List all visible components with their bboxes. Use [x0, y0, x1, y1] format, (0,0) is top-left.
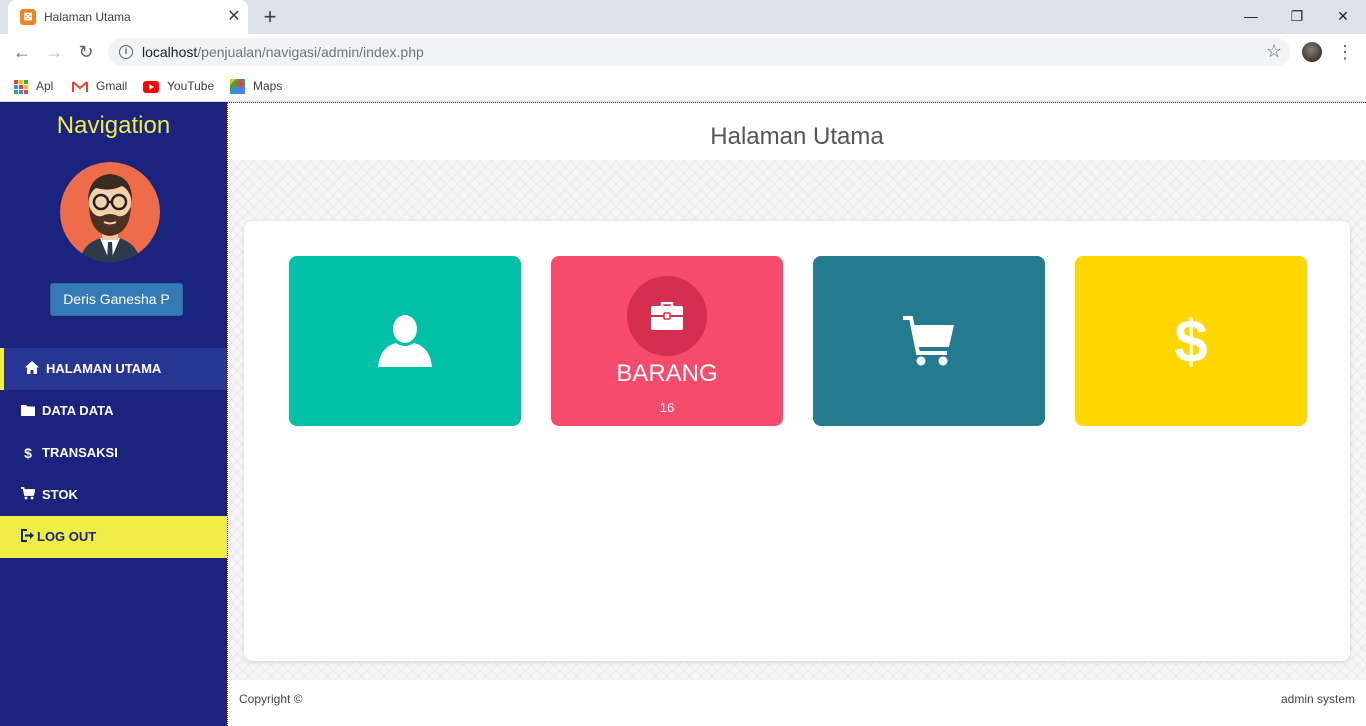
- restore-icon[interactable]: ❐: [1282, 4, 1312, 28]
- footer-admin: admin system: [1280, 692, 1355, 706]
- avatar: [60, 162, 160, 262]
- sidebar-item-halaman-utama[interactable]: HALAMAN UTAMA: [0, 348, 227, 390]
- sidebar-item-transaksi[interactable]: $ TRANSAKSI: [0, 432, 227, 474]
- tile-value: 16: [659, 400, 675, 415]
- sidebar-item-label: HALAMAN UTAMA: [46, 361, 162, 376]
- sidebar-item-stok[interactable]: STOK: [0, 474, 227, 516]
- sidebar-title: Navigation: [56, 112, 171, 139]
- bookmark-maps[interactable]: Maps: [230, 77, 282, 95]
- bookmark-star-icon[interactable]: ☆: [1266, 41, 1282, 62]
- xampp-favicon-icon: ⊠: [20, 9, 36, 25]
- apps-grid-icon: [14, 79, 28, 94]
- cart-icon: [813, 256, 1045, 426]
- bookmark-youtube[interactable]: YouTube: [143, 77, 214, 95]
- sidebar-menu: HALAMAN UTAMA DATA DATA $ TRANSAKSI STOK: [0, 348, 227, 558]
- folder-icon: [20, 390, 36, 432]
- user-name-button[interactable]: Deris Ganesha P: [50, 283, 183, 316]
- footer-copyright: Copyright ©: [239, 692, 303, 706]
- sidebar-item-label: TRANSAKSI: [42, 445, 118, 460]
- address-bar[interactable]: i localhost/penjualan/navigasi/admin/ind…: [108, 38, 1290, 66]
- sidebar-item-label: DATA DATA: [42, 403, 114, 418]
- sidebar-item-label: LOG OUT: [37, 529, 97, 544]
- browser-tab[interactable]: ⊠ Halaman Utama ✕: [8, 0, 248, 34]
- close-tab-icon[interactable]: ✕: [224, 7, 244, 27]
- forward-icon[interactable]: →: [42, 40, 66, 64]
- main-content: Halaman Utama BARANG 16 $ Copyright © ad…: [227, 102, 1366, 726]
- dashboard-panel: BARANG 16 $: [244, 221, 1350, 661]
- bookmark-gmail[interactable]: Gmail: [72, 77, 127, 95]
- home-icon: [24, 348, 40, 390]
- dollar-icon: $: [24, 445, 32, 461]
- profile-avatar[interactable]: [1302, 42, 1322, 62]
- info-icon[interactable]: i: [119, 45, 133, 59]
- maps-icon: [230, 79, 245, 95]
- sidebar-item-label: STOK: [42, 487, 78, 502]
- menu-dots-icon[interactable]: ⋮: [1336, 40, 1354, 64]
- sidebar: Navigation Deris Ganesha P HALAMAN UTAMA…: [0, 102, 227, 726]
- bookmarks-bar: Apl Gmail YouTube Maps: [0, 70, 1366, 102]
- dollar-icon: $: [1174, 307, 1208, 375]
- reload-icon[interactable]: ↻: [74, 40, 98, 64]
- user-icon: [289, 256, 521, 426]
- sidebar-item-log-out[interactable]: LOG OUT: [0, 516, 227, 558]
- bookmark-apps[interactable]: Apl: [14, 77, 53, 95]
- tile-user[interactable]: [289, 256, 521, 426]
- tile-barang[interactable]: BARANG 16: [551, 256, 783, 426]
- tile-label: BARANG: [616, 360, 718, 387]
- briefcase-icon-circle: [627, 276, 707, 356]
- cart-icon: [20, 474, 36, 516]
- briefcase-icon: [651, 302, 683, 330]
- youtube-icon: [143, 80, 159, 93]
- sign-out-icon: [20, 516, 36, 558]
- sidebar-item-data-data[interactable]: DATA DATA: [0, 390, 227, 432]
- minimize-icon[interactable]: —: [1236, 4, 1266, 28]
- gmail-icon: [72, 81, 88, 92]
- close-window-icon[interactable]: ✕: [1328, 4, 1358, 28]
- page-title: Halaman Utama: [710, 123, 884, 150]
- url-text: localhost/penjualan/navigasi/admin/index…: [142, 44, 424, 60]
- tile-dollar[interactable]: $: [1075, 256, 1307, 426]
- back-icon[interactable]: ←: [10, 40, 34, 64]
- tile-cart[interactable]: [813, 256, 1045, 426]
- new-tab-icon[interactable]: +: [258, 6, 282, 30]
- page: Navigation Deris Ganesha P HALAMAN UTAMA…: [0, 102, 1366, 726]
- browser-toolbar: ← → ↻ i localhost/penjualan/navigasi/adm…: [0, 34, 1366, 70]
- tab-title: Halaman Utama: [44, 10, 131, 24]
- bearded-man-avatar-icon: [60, 162, 160, 262]
- browser-tab-bar: ⊠ Halaman Utama ✕ + — ❐ ✕: [0, 0, 1366, 34]
